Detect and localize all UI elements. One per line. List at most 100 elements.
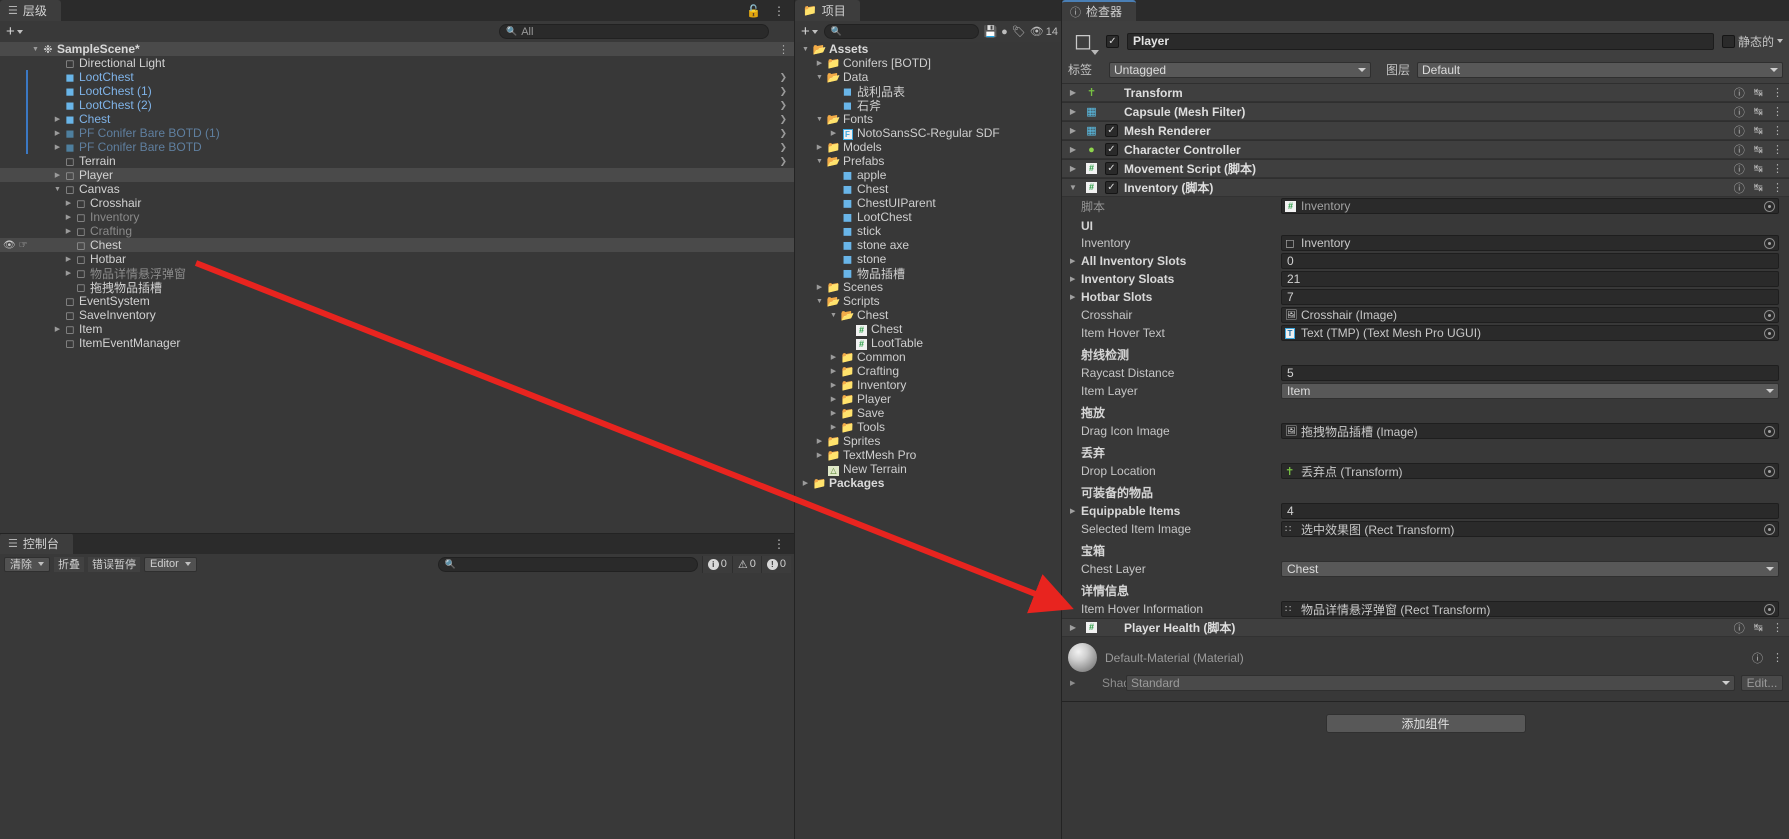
project-row[interactable]: ▶ F NotoSansSC-Regular SDF [795,126,1062,140]
hierarchy-row[interactable]: ▶◻SaveInventory [0,308,795,322]
project-row[interactable]: ▼ 📂 Scripts [795,294,1062,308]
console-log-count[interactable]: i 0 [701,555,732,573]
hierarchy-row[interactable]: ▼ ❉ SampleScene* ⋮ [0,42,795,56]
component-header[interactable]: ▶ ✝ Transform ⓘ ↹ ⋮ [1062,83,1789,102]
hierarchy-row[interactable]: 👁☞▶◻Chest [0,238,795,252]
console-message-list[interactable] [0,574,795,839]
project-row[interactable]: ▶◼ChestUIParent [795,196,1062,210]
component-header[interactable]: ▶ ▦ ✓ Mesh Renderer ⓘ ↹ ⋮ [1062,121,1789,140]
project-row[interactable]: ▶#Chest [795,322,1062,336]
chevron-right-icon[interactable]: ▶ [799,479,812,487]
hierarchy-row[interactable]: ▶◻拖拽物品插槽 [0,280,795,295]
chevron-right-icon[interactable]: ▶ [813,451,826,459]
object-picker-icon[interactable] [1764,523,1775,535]
layer-dropdown[interactable]: Default [1417,61,1783,78]
object-field[interactable]: 🖼 Crosshair (Image) [1281,307,1779,323]
project-row[interactable]: ▶◼石斧 [795,98,1062,113]
tab-hierarchy[interactable]: ☰ 层级 [0,0,61,21]
console-error-count[interactable]: ! 0 [760,555,791,573]
gameobject-name-input[interactable]: Player [1127,32,1714,50]
chevron-right-icon[interactable]: ❯ [779,100,787,111]
kebab-menu-icon[interactable]: ⋮ [1772,651,1783,664]
chevron-right-icon[interactable]: ▶ [63,269,74,277]
static-checkbox[interactable] [1721,34,1735,48]
hierarchy-row[interactable]: ▶ ◻ Inventory [0,210,795,224]
filter-label-icon[interactable]: 🏷 [1012,25,1026,38]
component-header[interactable]: ▶ ▦ Capsule (Mesh Filter) ⓘ ↹ ⋮ [1062,102,1789,121]
console-collapse-toggle[interactable]: 折叠 [54,556,84,572]
preset-icon[interactable]: ↹ [1754,162,1763,175]
help-icon[interactable]: ⓘ [1734,142,1745,158]
console-search-input[interactable]: 🔍 [437,556,698,572]
component-header[interactable]: ▶ ● ✓ Character Controller ⓘ ↹ ⋮ [1062,140,1789,159]
layer-select[interactable]: Chest [1281,561,1779,577]
project-row[interactable]: ▶◼战利品表 [795,84,1062,99]
help-icon[interactable]: ⓘ [1734,620,1745,636]
preset-icon[interactable]: ↹ [1754,105,1763,118]
chevron-down-icon[interactable]: ▼ [30,46,41,53]
project-row[interactable]: ▶ 📁 Conifers [BOTD] [795,56,1062,70]
object-picker-icon[interactable] [1764,425,1775,437]
project-tree[interactable]: ▼📂Assets▶📁Conifers [BOTD]▼📂Data▶◼战利品表▶◼石… [795,42,1062,839]
project-row[interactable]: ▶◼Chest [795,182,1062,196]
panel-divider-project-inspector[interactable] [1061,0,1062,839]
chevron-right-icon[interactable]: ▶ [813,283,826,291]
hierarchy-row[interactable]: ▶ ◼ Chest ❯ [0,112,795,126]
chevron-right-icon[interactable]: ❯ [779,156,787,167]
chevron-right-icon[interactable]: ▶ [827,353,840,361]
project-row[interactable]: ▶ 📁 TextMesh Pro [795,448,1062,462]
object-picker-icon[interactable] [1764,200,1775,212]
object-picker-icon[interactable] [1764,603,1775,615]
kebab-menu-icon[interactable]: ⋮ [1772,124,1783,137]
array-size-field[interactable]: 0 [1281,253,1779,269]
project-row[interactable]: ▼ 📂 Prefabs [795,154,1062,168]
kebab-menu-icon[interactable]: ⋮ [1772,621,1783,634]
chevron-down-icon[interactable]: ▼ [827,312,840,319]
project-row[interactable]: ▶◼LootChest [795,210,1062,224]
kebab-menu-icon[interactable]: ⋮ [1772,162,1783,175]
chevron-right-icon[interactable]: ▶ [63,213,74,221]
object-field[interactable]: ∷ 物品详情悬浮弹窗 (Rect Transform) [1281,601,1779,617]
hierarchy-row[interactable]: ▶ ◻ Item [0,322,795,336]
kebab-menu-icon[interactable]: ⋮ [778,43,789,56]
tag-dropdown[interactable]: Untagged [1109,61,1371,78]
object-picker-icon[interactable] [1764,309,1775,321]
project-row[interactable]: ▶#LootTable [795,336,1062,350]
hierarchy-tree[interactable]: ▼❉SampleScene*⋮▶◻Directional Light ▶◼Loot… [0,42,795,533]
chevron-right-icon[interactable]: ▶ [63,255,74,263]
hierarchy-row[interactable]: ▶ ◼ PF Conifer Bare BOTD ❯ [0,140,795,154]
help-icon[interactable]: ⓘ [1734,123,1745,139]
console-kebab-menu-icon[interactable]: ⋮ [773,537,785,551]
project-row[interactable]: ▶ 📁 Packages [795,476,1062,490]
hierarchy-row[interactable]: ▶◻Directional Light [0,56,795,70]
project-row[interactable]: ▶ 📁 Models [795,140,1062,154]
chevron-right-icon[interactable]: ▶ [813,143,826,151]
chevron-right-icon[interactable]: ▶ [1068,164,1078,173]
component-header[interactable]: ▼ # ✓ Inventory (脚本) ⓘ ↹ ⋮ [1062,178,1789,197]
hierarchy-row[interactable]: ▶◼LootChest (1)❯ [0,84,795,98]
preset-icon[interactable]: ↹ [1754,86,1763,99]
chevron-right-icon[interactable]: ▶ [1070,257,1075,265]
project-row[interactable]: ▼ 📂 Data [795,70,1062,84]
chevron-down-icon[interactable]: ▼ [813,74,826,81]
hierarchy-row[interactable]: ▶ ◻ Crafting [0,224,795,238]
chevron-right-icon[interactable]: ▶ [63,199,74,207]
help-icon[interactable]: ⓘ [1734,161,1745,177]
console-clear-button[interactable]: 清除 [4,556,50,572]
material-foldout-arrow[interactable]: ▶ [1070,679,1075,687]
preset-icon[interactable]: ↹ [1754,621,1763,634]
chevron-right-icon[interactable]: ▶ [52,129,63,137]
lock-icon[interactable]: 🔓 [746,4,761,18]
hand-pick-icon[interactable]: ☞ [19,240,28,251]
add-component-button[interactable]: 添加组件 [1325,714,1526,733]
array-size-field[interactable]: 4 [1281,503,1779,519]
chevron-right-icon[interactable]: ▶ [1068,145,1078,154]
object-picker-icon[interactable] [1764,237,1775,249]
chevron-down-icon[interactable]: ▼ [813,298,826,305]
tab-console[interactable]: ☰ 控制台 [0,533,73,554]
layer-select[interactable]: Item [1281,383,1779,399]
hierarchy-row[interactable]: ▶◼LootChest (2)❯ [0,98,795,112]
project-row[interactable]: ▶ 📁 Scenes [795,280,1062,294]
help-icon[interactable]: ⓘ [1734,104,1745,120]
chevron-right-icon[interactable]: ❯ [779,128,787,139]
